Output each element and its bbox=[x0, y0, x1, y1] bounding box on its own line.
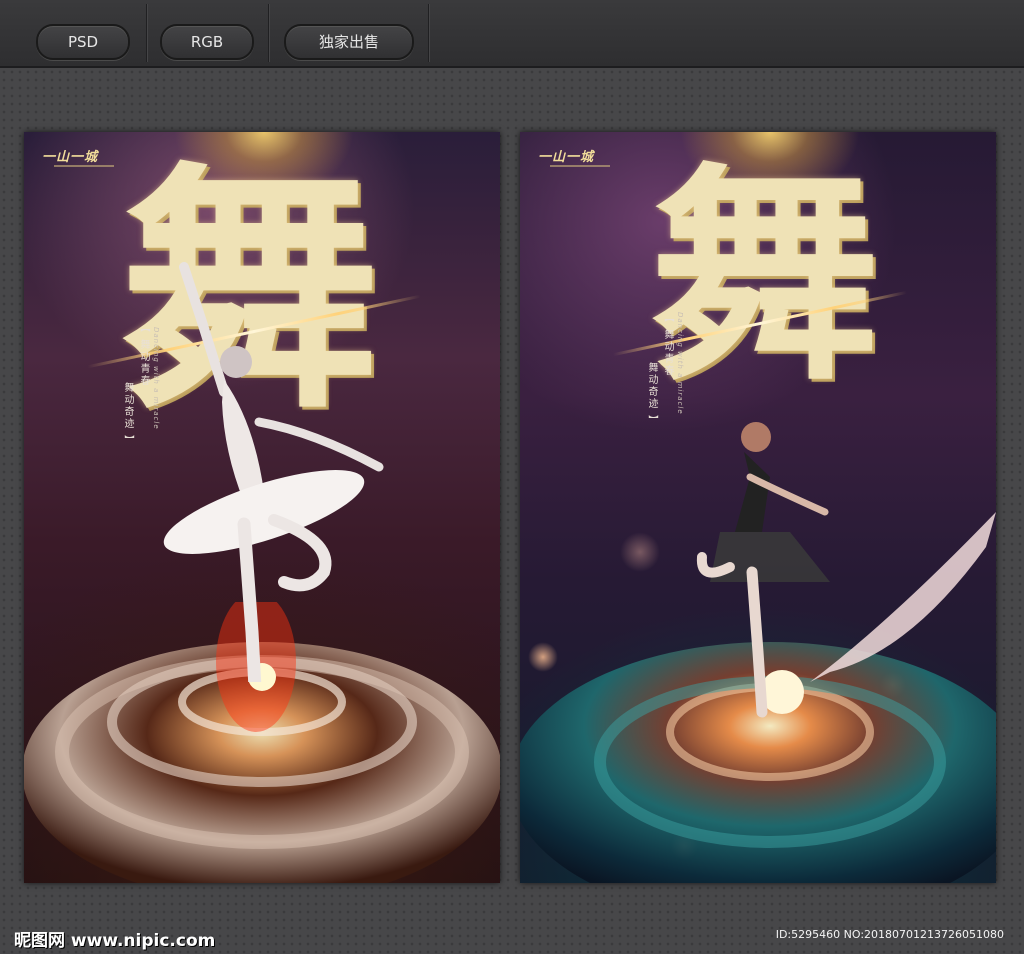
toolbar: PSD RGB 独家出售 bbox=[0, 0, 1024, 68]
toolbar-divider bbox=[268, 4, 269, 62]
toolbar-divider bbox=[428, 4, 429, 62]
brand-logo: 一山一城 bbox=[538, 150, 595, 165]
exclusive-sale-button[interactable]: 独家出售 bbox=[284, 24, 414, 60]
bokeh-light bbox=[620, 532, 660, 572]
poster-preview-1[interactable]: 一山一城 舞 【 舞动青春 舞动奇迹 】 Dancing with a mira… bbox=[24, 132, 500, 883]
tagline-line-1: 【 舞动青春 bbox=[662, 312, 673, 378]
brand-underline bbox=[54, 165, 114, 167]
toolbar-divider bbox=[146, 4, 147, 62]
psd-button[interactable]: PSD bbox=[36, 24, 130, 60]
rgb-button[interactable]: RGB bbox=[160, 24, 254, 60]
dancer-figure-icon bbox=[696, 422, 996, 718]
ballerina-figure-icon bbox=[163, 262, 384, 682]
tagline-english: Dancing with a miracle bbox=[676, 312, 684, 415]
tagline-line-2: 舞动奇迹 】 bbox=[646, 362, 657, 428]
tagline-line-2: 舞动奇迹 】 bbox=[122, 382, 133, 448]
poster-preview-2[interactable]: 一山一城 舞 【 舞动青春 舞动奇迹 】 Dancing with a mira… bbox=[520, 132, 996, 883]
nipic-watermark-logo: 昵图网 www.nipic.com bbox=[14, 931, 216, 951]
silk-ribbon-icon bbox=[810, 512, 996, 682]
brand-logo: 一山一城 bbox=[42, 150, 99, 165]
brand-underline bbox=[550, 165, 610, 167]
title-calligraphy: 舞 bbox=[650, 142, 881, 412]
image-id-label: ID:5295460 NO:20180701213726051080 bbox=[775, 928, 1004, 941]
